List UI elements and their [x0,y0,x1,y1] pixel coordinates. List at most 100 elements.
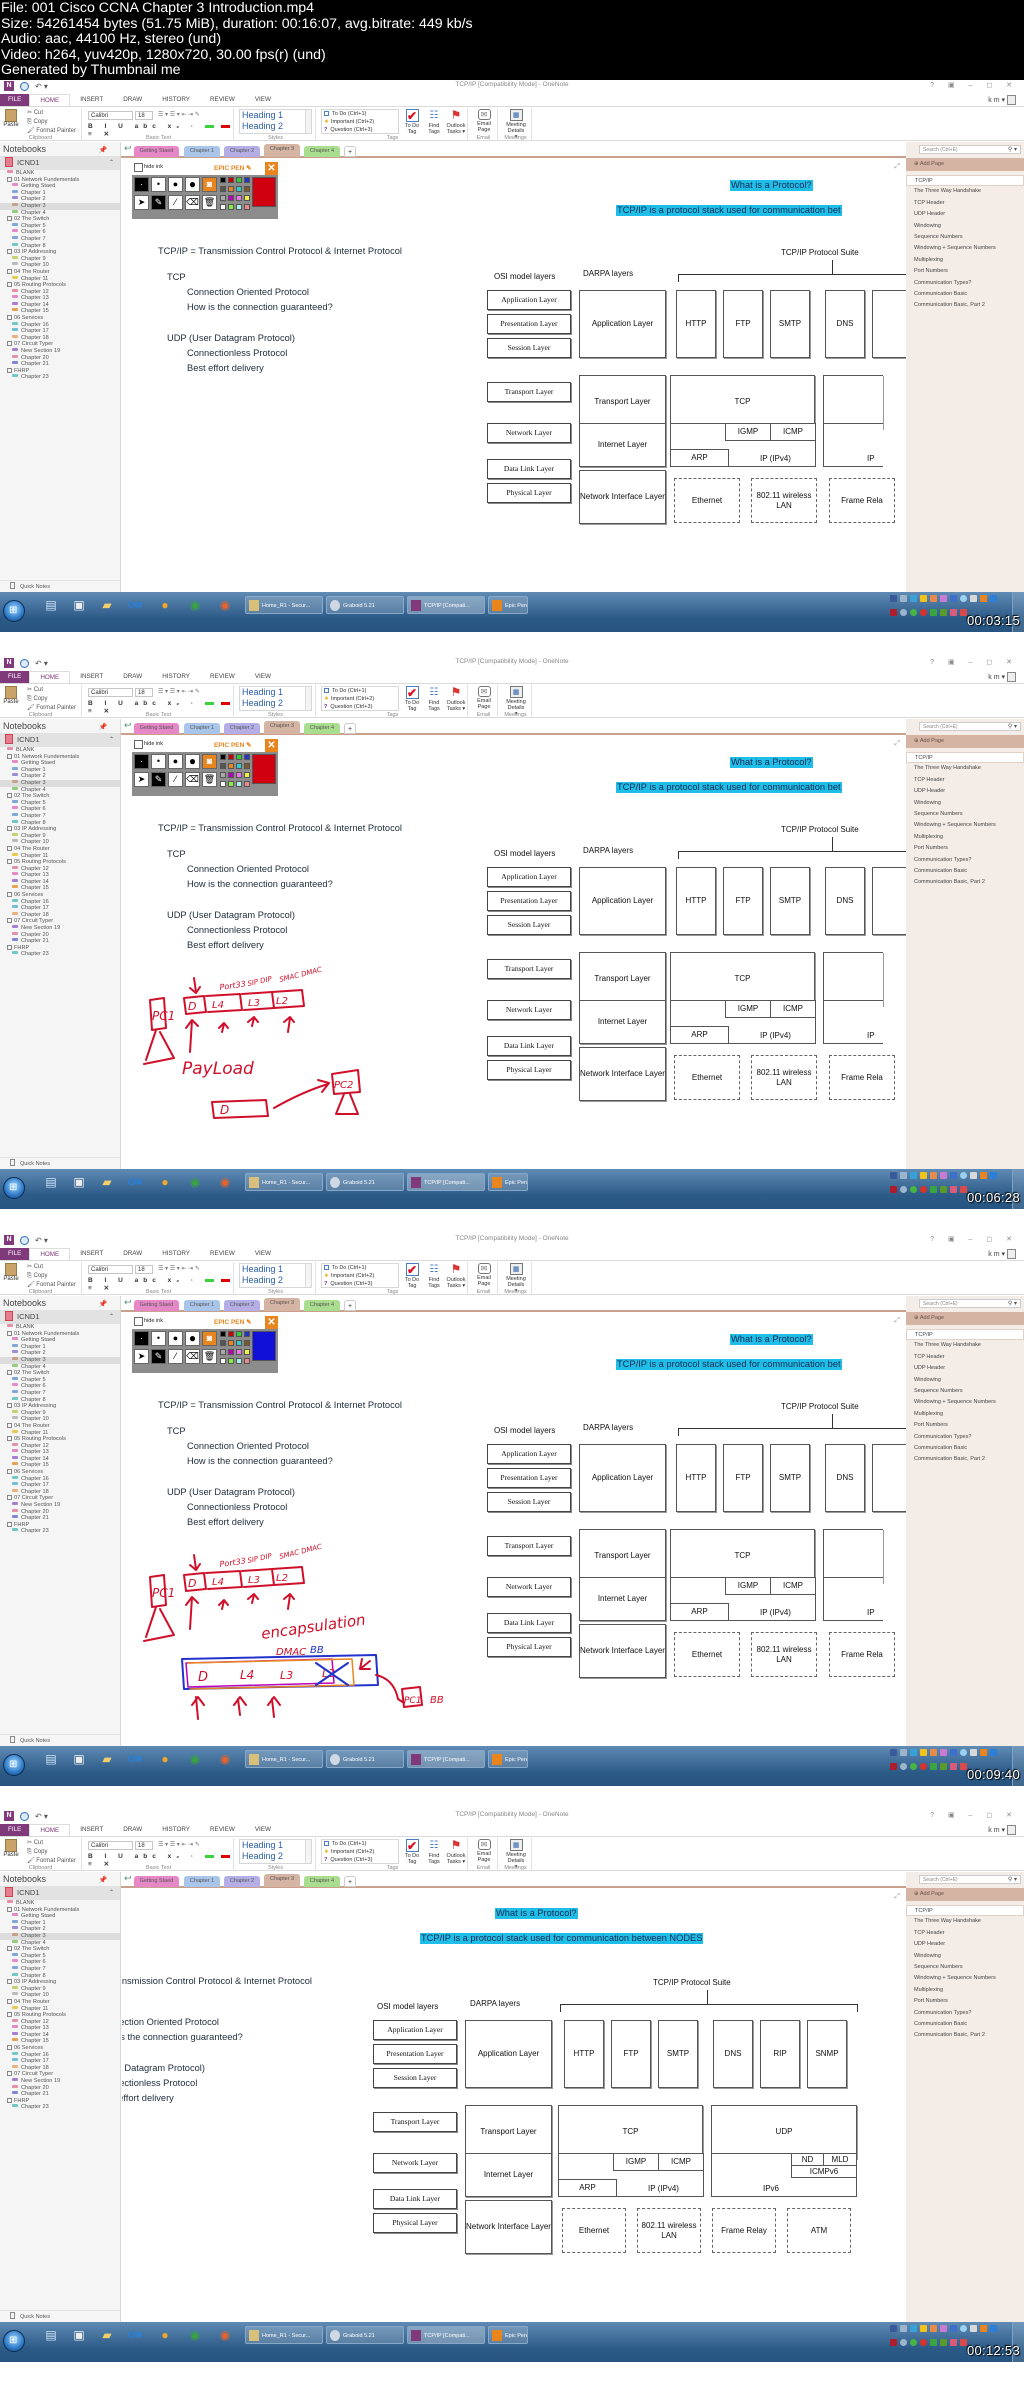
outlook-tray-icon[interactable] [990,595,997,602]
pen-icon[interactable]: ✎ [151,1349,166,1364]
section-item[interactable]: Chapter 7 [0,235,120,243]
email-page-button[interactable]: ✉ Email Page [474,1263,494,1287]
section-item[interactable]: Chapter 9 [0,1985,120,1993]
start-button[interactable]: ⊞ [3,1177,25,1199]
section-item[interactable]: Chapter 18 [0,334,120,342]
section-item[interactable]: Chapter 17 [0,2058,120,2065]
section-item[interactable]: Getting Staed [0,1337,120,1344]
task-home-r1[interactable]: Home_R1 - Secur... [245,596,323,614]
tray-app-icon[interactable] [950,1186,957,1193]
color-swatch[interactable] [244,763,250,769]
tray-app-icon[interactable] [900,1763,907,1770]
color-swatch[interactable] [228,1331,234,1337]
section-group[interactable]: 05 Routing Protocols [0,859,120,866]
hide-ink-checkbox[interactable] [134,740,143,749]
tags-gallery[interactable]: To Do (Ctrl+1) ★ Important (Ctrl+2) ? Ques… [321,1263,399,1288]
add-page-button[interactable]: ⊕ Add Page [906,1888,1024,1901]
section-item[interactable]: Chapter 9 [0,832,120,840]
highlight-icon[interactable] [204,701,214,705]
cut-button[interactable]: ✂ Cut [27,1839,76,1848]
email-page-button[interactable]: ✉ Email Page [474,1839,494,1863]
section-item[interactable]: BLANK [0,747,120,754]
tag-important[interactable]: ★ Important (Ctrl+2) [324,1848,398,1856]
expand-icon[interactable]: ⤢ [894,740,900,748]
task-epic-pen[interactable]: Epic Pen [488,1173,528,1191]
tag-todo[interactable]: To Do (Ctrl+1) [324,110,398,118]
outlook-tasks-button[interactable]: ⚑ Outlook Tasks ▾ [446,109,466,136]
page-item[interactable]: Communication Basic [906,1443,1024,1454]
section-group[interactable]: 07 Circuit Typer [0,2071,120,2078]
tags-gallery[interactable]: To Do (Ctrl+1) ★ Important (Ctrl+2) ? Ques… [321,1839,399,1864]
color-swatch[interactable] [244,772,250,778]
styles-gallery[interactable]: Heading 1 Heading 2 [239,686,312,711]
page-item[interactable]: Communication Types? [906,278,1024,289]
page-item[interactable]: Port Numbers [906,266,1024,277]
section-item[interactable]: Chapter 12 [0,288,120,296]
outlook-icon[interactable]: O✉ [124,1750,146,1768]
page-item[interactable]: Communication Basic, Part 2 [906,2030,1024,2041]
trash-icon[interactable]: 🗑 [202,1349,217,1364]
color-swatch[interactable] [244,204,250,210]
camera-icon[interactable]: ◙ [202,177,217,192]
section-item[interactable]: Chapter 7 [0,1389,120,1397]
tray-app-icon[interactable] [960,1172,967,1179]
section-tab[interactable]: Getting Staed [134,723,179,734]
section-item[interactable]: Chapter 21 [0,2091,120,2098]
section-item[interactable]: Chapter 4 [0,1363,120,1371]
section-group[interactable]: 06 Services [0,2045,120,2052]
section-item[interactable]: Chapter 1 [0,1343,120,1351]
tray-app-icon[interactable] [890,2339,897,2346]
tray-app-icon[interactable] [950,609,957,616]
tab-insert[interactable]: INSERT [70,94,113,106]
window-controls[interactable]: ? ▣ – ◻ ✕ [930,81,1018,89]
color-swatch[interactable] [220,1358,226,1364]
tab-insert[interactable]: INSERT [70,1248,113,1260]
expand-icon[interactable]: ⤢ [894,1317,900,1325]
font-family-select[interactable]: Calibri [88,688,133,697]
tab-draw[interactable]: DRAW [113,94,152,106]
brush-size-l-icon[interactable]: ● [185,754,200,769]
search-icon[interactable]: ⚲ ▾ [1008,723,1017,731]
task-graboid[interactable]: Graboid 5.21 [326,1173,404,1191]
tray-app-icon[interactable] [930,2339,937,2346]
outlook-tray-icon[interactable] [990,1749,997,1756]
user-account[interactable]: k m ▾ [988,1825,1016,1835]
page-item[interactable]: Windowing + Sequence Numbers [906,1973,1024,1984]
task-epic-pen[interactable]: Epic Pen [488,1750,528,1768]
section-item[interactable]: Chapter 17 [0,1482,120,1489]
section-item[interactable]: Chapter 6 [0,229,120,236]
section-group[interactable]: 04 The Router [0,1422,120,1430]
quick-notes[interactable]: Quick Notes [0,1734,120,1746]
section-group[interactable]: 05 Routing Protocols [0,1436,120,1443]
font-size-select[interactable]: 18 [135,688,153,697]
color-swatch[interactable] [236,763,242,769]
section-group[interactable]: 02 The Switch [0,1370,120,1377]
tray-app-icon[interactable] [970,1749,977,1756]
section-item[interactable]: Chapter 9 [0,1409,120,1417]
brush-size-l-icon[interactable]: ● [185,177,200,192]
section-tab[interactable]: Chapter 4 [304,146,340,157]
font-family-select[interactable]: Calibri [88,1265,133,1274]
font-size-select[interactable]: 18 [135,1841,153,1850]
tray-app-icon[interactable] [910,2325,917,2332]
trash-icon[interactable]: 🗑 [202,195,217,210]
color-swatch[interactable] [220,754,226,760]
tab-file[interactable]: FILE [0,1824,30,1836]
tray-app-icon[interactable] [910,609,917,616]
section-item[interactable]: Chapter 16 [0,1475,120,1483]
styles-scrollbar[interactable] [305,1840,311,1863]
section-item[interactable]: New Section 19 [0,1502,120,1509]
section-group[interactable]: 03 IP Addressing [0,249,120,256]
page-item[interactable]: UDP Header [906,1363,1024,1374]
search-icon[interactable]: ⚲ ▾ [1008,1876,1017,1884]
page-item[interactable]: The Three Way Handshake [906,763,1024,774]
quick-notes[interactable]: Quick Notes [0,1157,120,1169]
section-item[interactable]: Chapter 3 [0,779,120,787]
color-swatch[interactable] [228,781,234,787]
firefox-icon[interactable]: ◉ [214,2326,236,2344]
section-item[interactable]: Chapter 2 [0,1926,120,1933]
add-section-button[interactable]: + [344,1876,356,1887]
flag-icon[interactable] [960,1763,967,1770]
tag-question[interactable]: ? Question (Ctrl+3) [324,126,398,134]
section-item[interactable]: Chapter 4 [0,786,120,794]
